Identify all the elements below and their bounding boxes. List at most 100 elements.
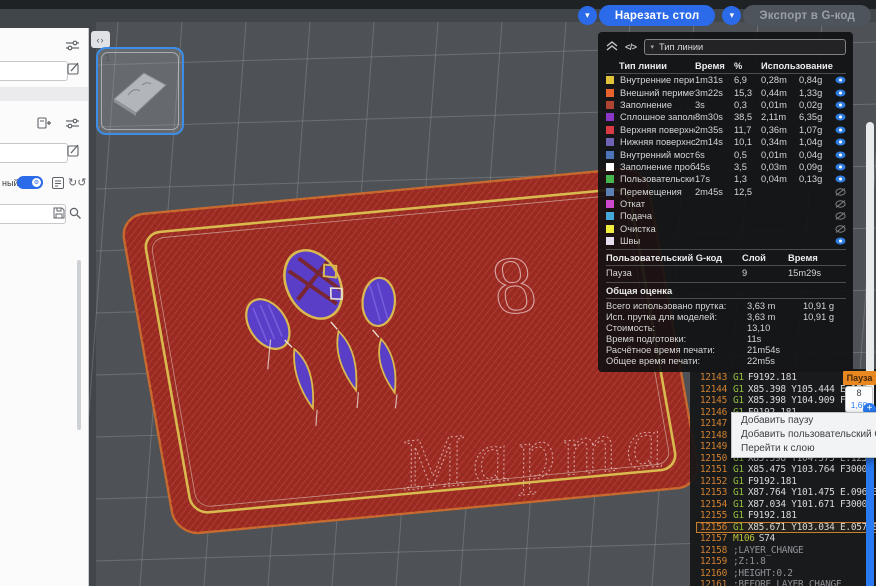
gcode-params: S74	[759, 533, 775, 545]
edit-pencil-icon[interactable]	[67, 62, 80, 80]
custom-gcode-layer: 9	[742, 268, 788, 278]
pause-marker-badge[interactable]: Пауза	[843, 371, 876, 385]
mode-toggle[interactable]: ⚙	[17, 176, 43, 189]
top-action-bar: ▾ Нарезать стол ▾ Экспорт в G-код	[578, 5, 871, 26]
context-menu-item[interactable]: Перейти к слою	[732, 442, 876, 456]
linetype-weight: 0,04g	[799, 150, 832, 160]
legend-row: Заполнение пробелов45s3,50,03m0,09g	[606, 161, 846, 173]
export-dropdown-icon[interactable]: ▾	[722, 6, 741, 25]
gcode-command: G1	[733, 510, 744, 522]
eye-icon[interactable]	[832, 89, 846, 97]
filament-name-input[interactable]	[0, 143, 68, 163]
eye-off-icon[interactable]	[832, 225, 846, 233]
legend-row: Заполнение3s0,30,01m0,02g	[606, 99, 846, 111]
gcode-line[interactable]: 12151G1X85.475 Y103.764 F30000	[696, 464, 876, 476]
gcode-line[interactable]: 12161;BEFORE_LAYER_CHANGE	[696, 579, 876, 586]
sidebar-scrollbar[interactable]	[77, 260, 81, 430]
eye-icon[interactable]	[832, 138, 846, 146]
gcode-line[interactable]: 12152G1F9192.181	[696, 476, 876, 488]
linetype-label: Верхняя поверхность	[620, 125, 695, 135]
col-usage: Использование	[761, 61, 832, 71]
linetype-length: 2,11m	[761, 112, 799, 122]
gcode-line[interactable]: 12155G1F9192.181	[696, 510, 876, 522]
eye-off-icon[interactable]	[832, 212, 846, 220]
col-linetype: Тип линии	[619, 61, 695, 71]
gcode-command: G1	[733, 499, 744, 511]
eye-off-icon[interactable]	[832, 200, 846, 208]
printer-add-icon[interactable]	[37, 116, 51, 134]
linetype-label: Внутренние периметры	[620, 75, 695, 85]
gcode-line-number: 12154	[696, 499, 727, 511]
gcode-comment: ;LAYER_CHANGE	[733, 545, 803, 557]
gcode-line[interactable]: 12160;HEIGHT:0.2	[696, 568, 876, 580]
view-type-value: Тип линии	[659, 42, 703, 52]
eye-icon[interactable]	[832, 175, 846, 183]
context-menu-item[interactable]: Добавить паузу	[732, 414, 876, 428]
collapse-panel-icon[interactable]	[606, 41, 618, 53]
gcode-line[interactable]: 12157M106S74	[696, 533, 876, 545]
sync-refresh-icon[interactable]: ↻↺	[68, 176, 86, 189]
col-time: Время	[695, 61, 734, 71]
edit-pencil-icon[interactable]	[67, 144, 80, 162]
gcode-line[interactable]: 12154G1X87.034 Y101.671 F30000	[696, 499, 876, 511]
linetype-label: Пользовательский	[620, 174, 695, 184]
linetype-label: Нижняя поверхность	[620, 137, 695, 147]
linetype-color-swatch	[606, 212, 614, 220]
eye-icon[interactable]	[832, 113, 846, 121]
context-menu-item[interactable]: Добавить пользовательский G-код	[732, 428, 876, 442]
summary-value-1: 3,63 m	[747, 312, 803, 322]
gcode-line-number: 12158	[696, 545, 727, 557]
eye-icon[interactable]	[832, 126, 846, 134]
tune-sliders-icon[interactable]	[66, 116, 79, 134]
linetype-label: Очистка	[620, 224, 695, 234]
gcode-command: G1	[733, 395, 744, 407]
linetype-percent: 0,3	[734, 100, 761, 110]
save-icon[interactable]	[53, 206, 65, 224]
linetype-percent: 3,5	[734, 162, 761, 172]
linetype-length: 0,01m	[761, 150, 799, 160]
gcode-line[interactable]: 12156G1X85.671 Y103.034 E.05758	[696, 522, 876, 534]
linetype-color-swatch	[606, 113, 614, 121]
linetype-label: Перемещения	[620, 187, 695, 197]
gcode-line[interactable]: 12158 ;LAYER_CHANGE	[696, 545, 876, 557]
sidebar-collapse-handle[interactable]: ‹›	[91, 31, 110, 48]
plate-thumbnail-frame	[101, 52, 179, 130]
gcode-line[interactable]: 12159;Z:1.8	[696, 556, 876, 568]
eye-icon[interactable]	[832, 76, 846, 84]
slice-dropdown-icon[interactable]: ▾	[578, 6, 597, 25]
linetype-color-swatch	[606, 237, 614, 245]
tune-sliders-icon[interactable]	[66, 38, 79, 56]
legend-row: Перемещения2m45s12,5	[606, 186, 846, 198]
linetype-weight: 1,07g	[799, 125, 832, 135]
plate-thumbnail[interactable]: 1	[96, 47, 184, 135]
summary-label: Общее время печати:	[606, 356, 747, 366]
eye-off-icon[interactable]	[832, 188, 846, 196]
gcode-command: M106	[733, 533, 755, 545]
preset-name-input[interactable]	[0, 61, 68, 81]
legend-row: Внешний периметр3m22s15,30,44m1,33g	[606, 86, 846, 98]
gcode-context-menu: Добавить паузуДобавить пользовательский …	[731, 412, 876, 458]
gcode-params: F9192.181	[748, 510, 797, 522]
export-gcode-button[interactable]: Экспорт в G-код	[743, 5, 871, 26]
list-settings-icon[interactable]	[52, 176, 64, 194]
linetype-label: Заполнение	[620, 100, 695, 110]
eye-icon[interactable]	[832, 101, 846, 109]
gcode-line-number: 12150	[696, 453, 727, 465]
gcode-line[interactable]: 12153G1X87.764 Y101.475 E.09663	[696, 487, 876, 499]
eye-icon[interactable]	[832, 151, 846, 159]
layer-slider-range[interactable]	[866, 452, 874, 586]
search-icon[interactable]	[69, 206, 81, 224]
plate-index: 1	[105, 53, 111, 64]
eye-icon[interactable]	[832, 237, 846, 245]
summary-row: Время подготовки:11s	[606, 333, 846, 344]
linetype-color-swatch	[606, 175, 614, 183]
linetype-label: Подача	[620, 211, 695, 221]
legend-row: Внутренние периметры1m31s6,90,28m0,84g	[606, 74, 846, 86]
eye-icon[interactable]	[832, 163, 846, 171]
gcode-viewer-icon[interactable]: </>	[625, 42, 637, 52]
gcode-line-number: 12145	[696, 395, 727, 407]
view-type-dropdown[interactable]: ▾ Тип линии	[644, 39, 846, 55]
slice-plate-button[interactable]: Нарезать стол	[599, 5, 716, 26]
linetype-percent: 11,7	[734, 125, 761, 135]
col-gcode-time: Время	[788, 253, 818, 263]
